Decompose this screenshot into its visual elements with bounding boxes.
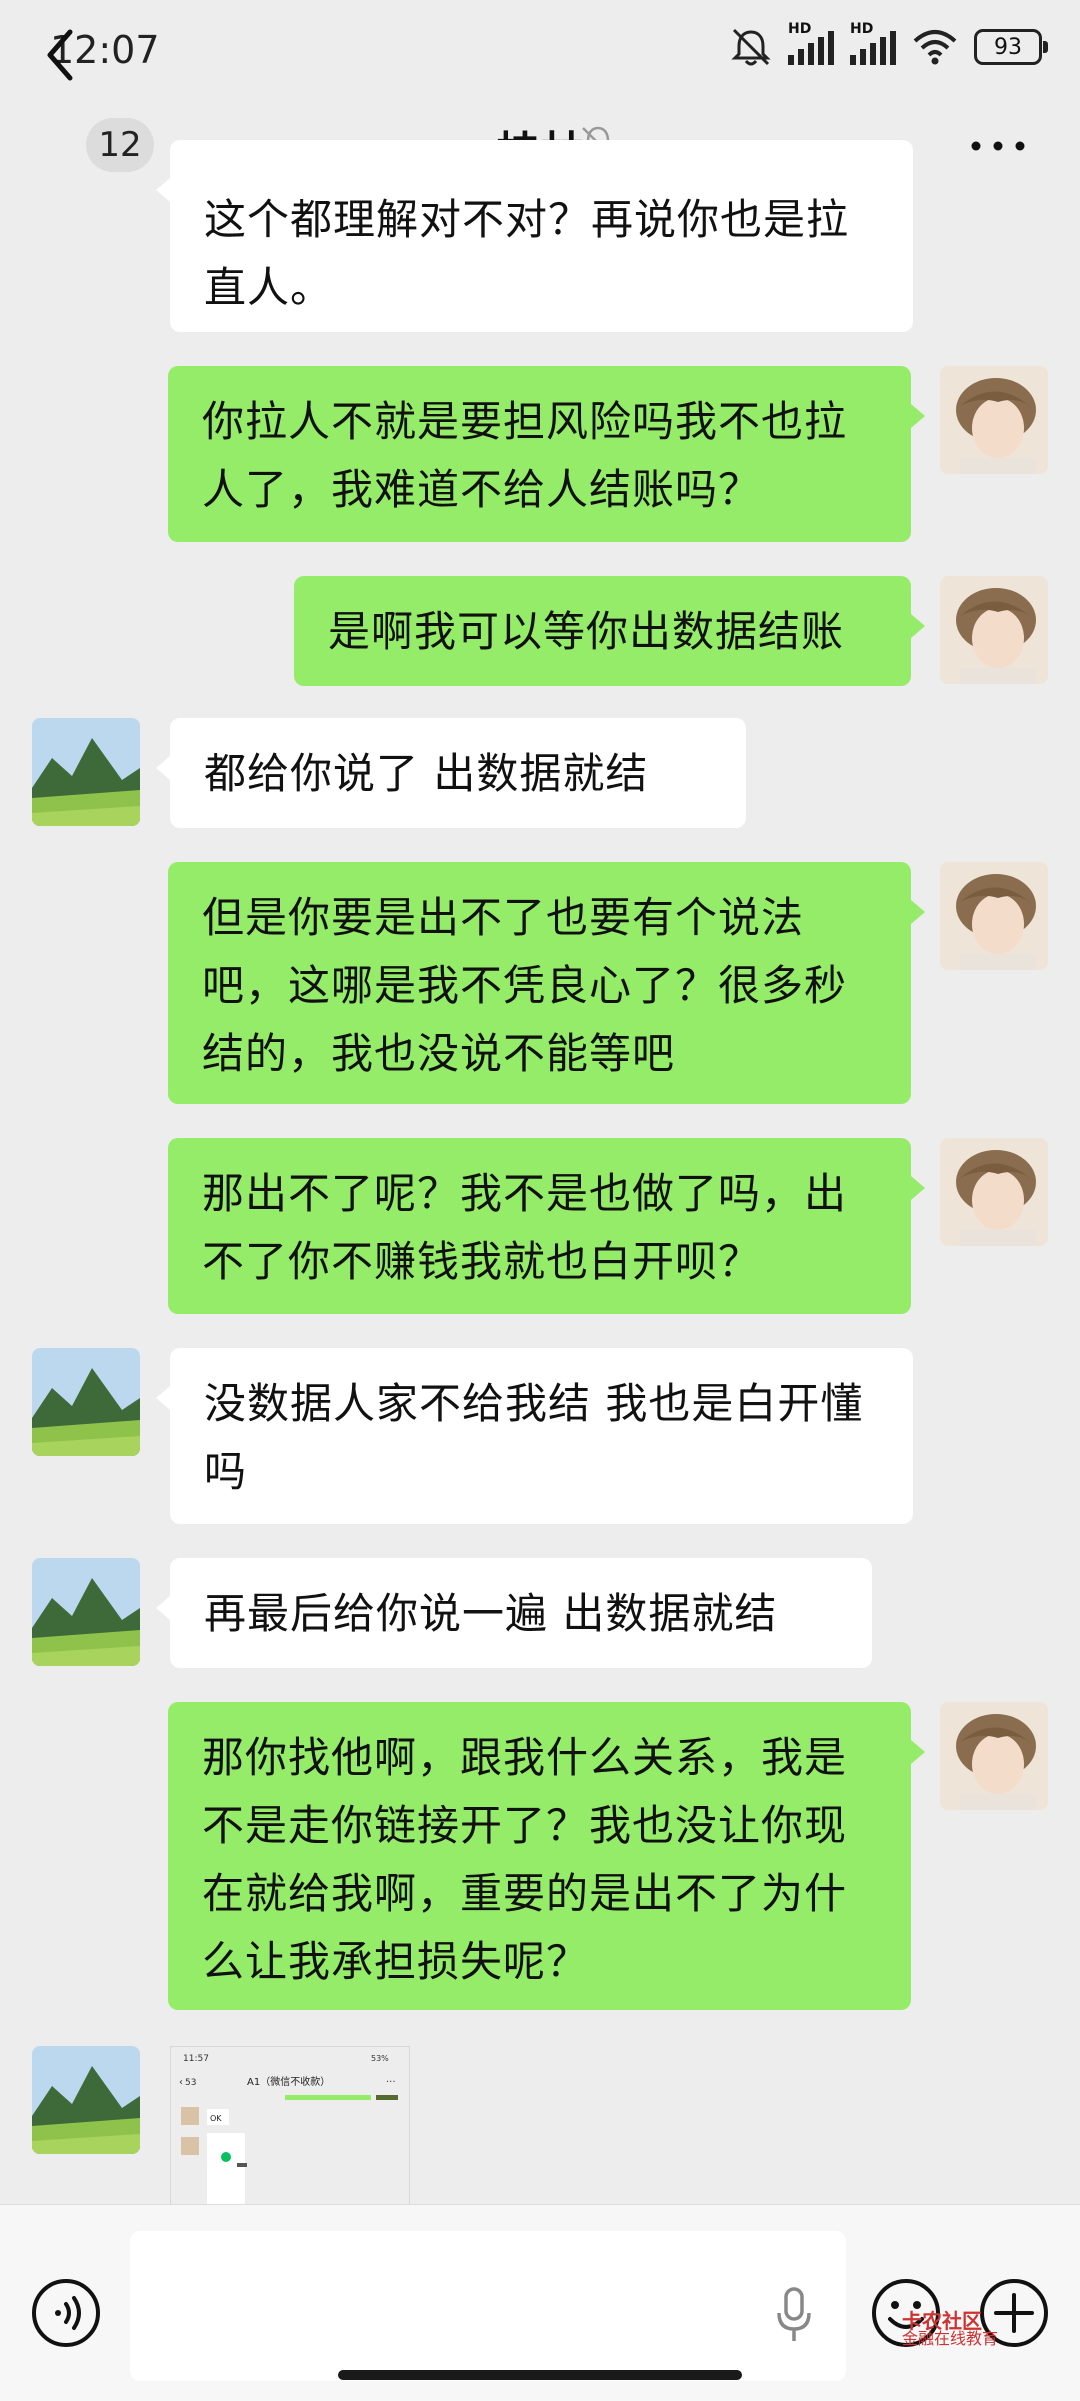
message-bubble-outgoing[interactable]: 你拉人不就是要担风险吗我不也拉人了，我难道不给人结账吗？ <box>168 366 925 542</box>
image-status-battery: 53% <box>371 2054 389 2063</box>
signal-1-icon: HD <box>788 21 834 65</box>
contact-avatar[interactable] <box>32 718 140 826</box>
more-options-button[interactable] <box>968 128 1028 164</box>
message-bubble-incoming[interactable]: 再最后给你说一遍 出数据就结 <box>156 1558 872 1668</box>
signal-2-icon: HD <box>850 21 896 65</box>
contact-avatar[interactable] <box>32 1558 140 1666</box>
battery-icon: 93 <box>974 29 1048 65</box>
message-bubble-outgoing[interactable]: 那出不了呢？我不是也做了吗，出不了你不赚钱我就也白开呗？ <box>168 1138 925 1314</box>
message-bubble-outgoing[interactable]: 是啊我可以等你出数据结账 <box>294 576 925 686</box>
user-avatar[interactable] <box>940 862 1048 970</box>
contact-avatar[interactable] <box>32 1348 140 1456</box>
message-bubble-incoming[interactable]: 没数据人家不给我结 我也是白开懂吗 <box>156 1348 913 1524</box>
status-icons: HD HD 93 <box>730 21 1048 68</box>
image-bubble-text: OK <box>210 2114 222 2123</box>
wifi-icon <box>913 30 957 65</box>
contact-avatar[interactable] <box>32 2046 140 2154</box>
mic-icon[interactable] <box>774 2285 814 2345</box>
message-bubble-outgoing[interactable]: 但是你要是出不了也要有个说法吧，这哪是我不凭良心了？很多秒结的，我也没说不能等吧 <box>168 862 925 1104</box>
svg-text:···: ··· <box>386 2077 396 2088</box>
user-avatar[interactable] <box>940 576 1048 684</box>
user-avatar[interactable] <box>940 1702 1048 1810</box>
voice-icon[interactable] <box>30 2277 102 2349</box>
image-title: A1（微信不收款） <box>247 2075 330 2088</box>
watermark: 卡农社区 金融在线教育 <box>902 2309 999 2348</box>
back-button[interactable] <box>38 20 98 90</box>
message-bubble-incoming[interactable]: 这个都理解对不对？再说你也是拉直人。 <box>156 140 913 332</box>
message-bubble-outgoing[interactable]: 那你找他啊，跟我什么关系，我是不是走你链接开了？我也没让你现在就给我啊，重要的是… <box>168 1702 925 2010</box>
home-indicator[interactable] <box>338 2370 742 2380</box>
alarm-off-icon <box>731 28 771 66</box>
image-back-count: 53 <box>185 2078 196 2088</box>
user-avatar[interactable] <box>940 1138 1048 1246</box>
image-message[interactable]: 11:57 53% ‹ 53 A1（微信不收款） ··· OK <box>170 2046 410 2208</box>
message-bubble-incoming[interactable]: 都给你说了 出数据就结 <box>156 718 746 828</box>
message-input[interactable] <box>130 2231 846 2381</box>
svg-text:‹: ‹ <box>179 2077 183 2088</box>
status-bar: 12:07 HD HD 93 <box>0 0 1080 100</box>
user-avatar[interactable] <box>940 366 1048 474</box>
image-status-time: 11:57 <box>183 2054 209 2064</box>
